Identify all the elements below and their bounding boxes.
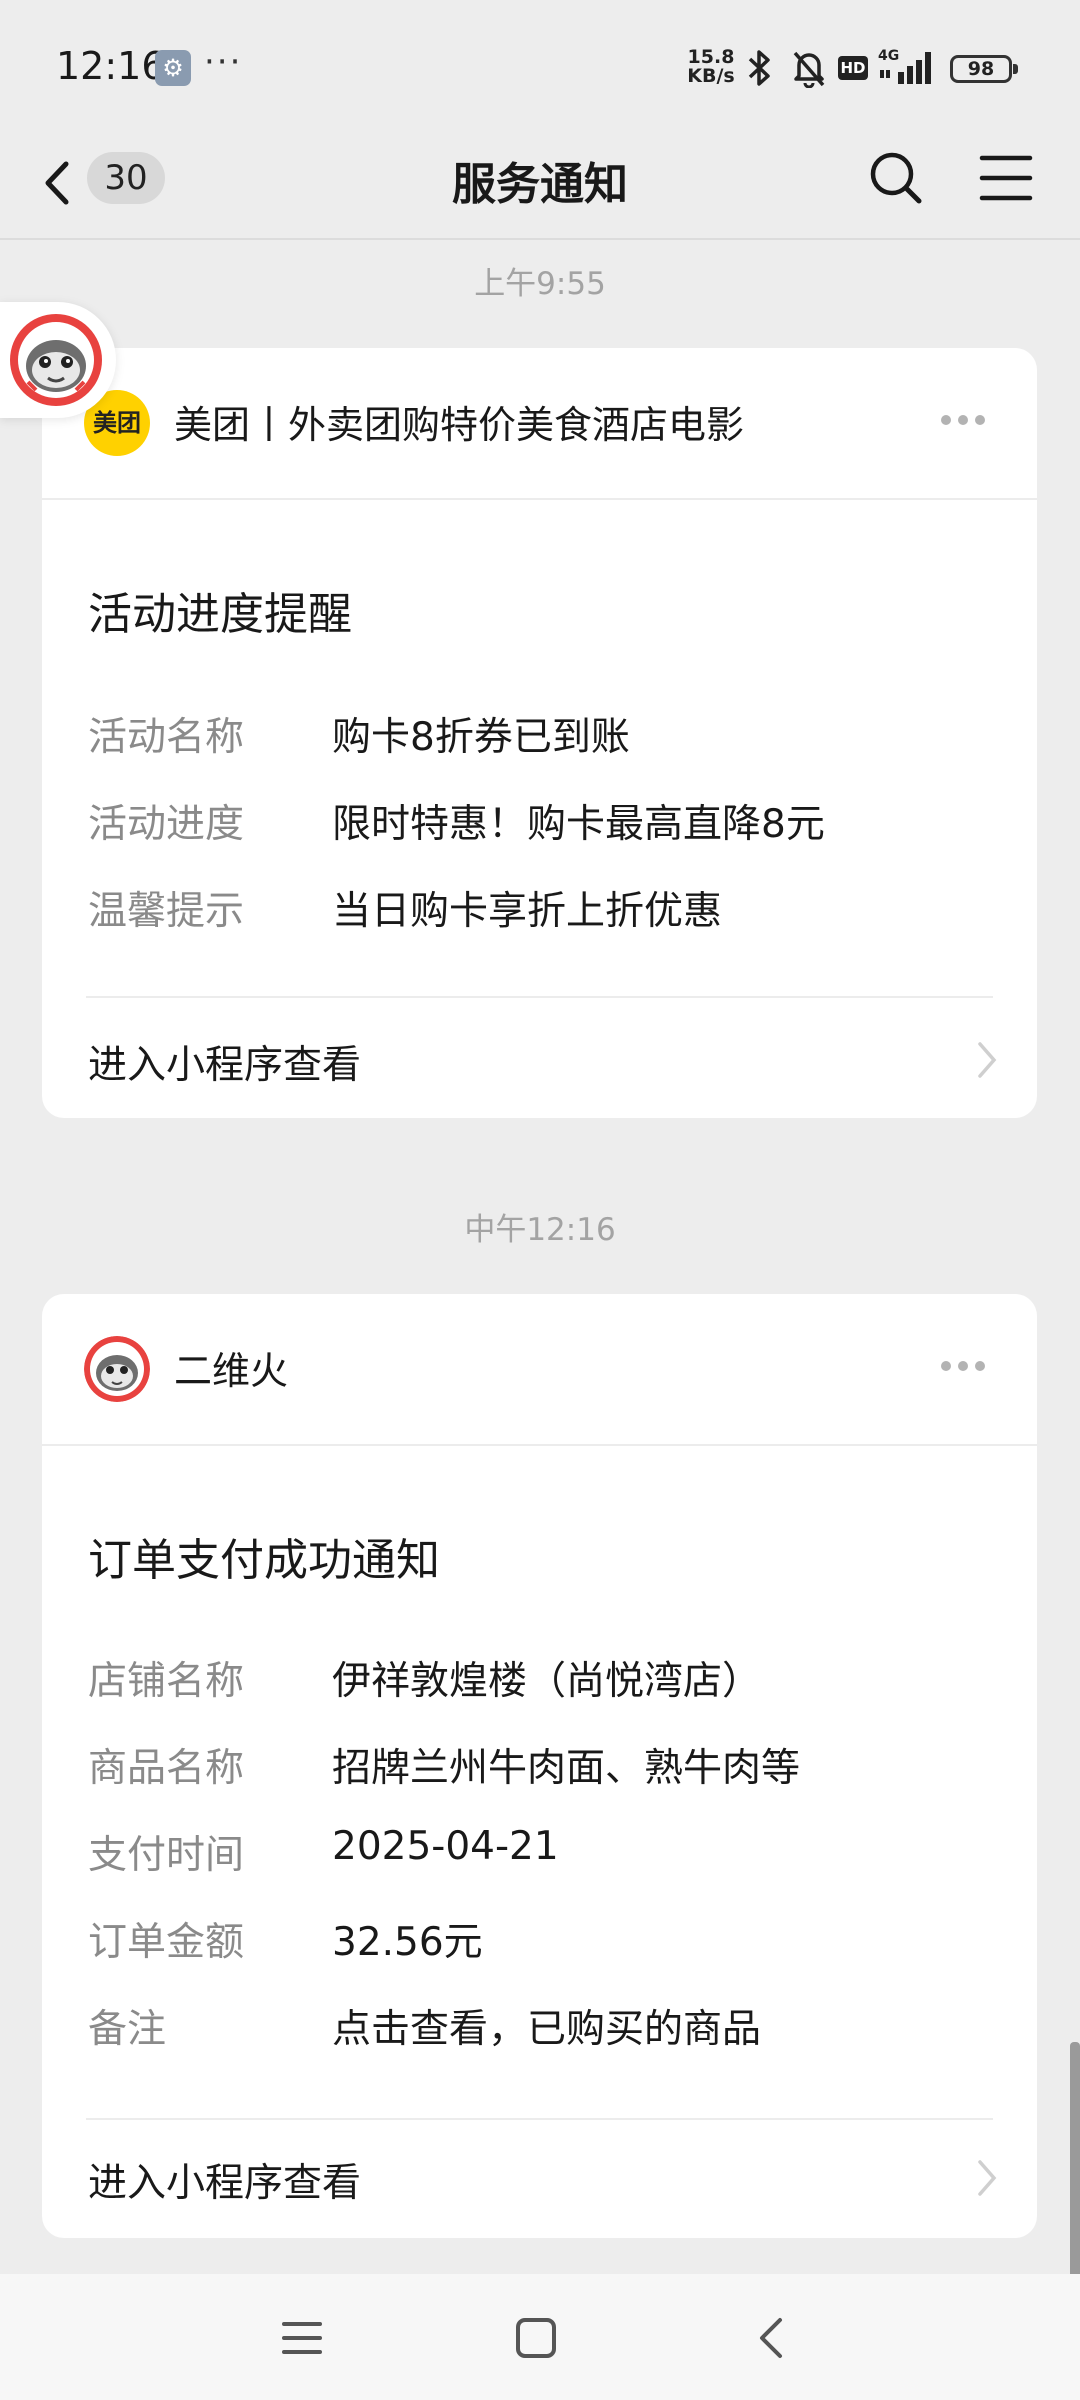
- search-icon[interactable]: [866, 148, 926, 208]
- message-card-erweihuo[interactable]: 二维火 订单支付成功通知 店铺名称 伊祥敦煌楼（尚悦湾店） 商品名称 招牌兰州牛…: [42, 1294, 1037, 2238]
- card-header[interactable]: 二维火: [42, 1294, 1037, 1446]
- field-value: 购卡8折券已到账: [332, 715, 630, 760]
- card-divider: [86, 2118, 993, 2120]
- erweihuo-avatar: [84, 1336, 150, 1402]
- message-card-meituan[interactable]: 美团 美团丨外卖团购特价美食酒店电影 活动进度提醒 活动名称 购卡8折券已到账 …: [42, 348, 1037, 1118]
- message-timestamp: 上午9:55: [474, 266, 606, 302]
- floating-mini-program-avatar[interactable]: [0, 302, 116, 418]
- more-options-icon[interactable]: [941, 1356, 993, 1380]
- field-value: 伊祥敦煌楼（尚悦湾店）: [332, 1659, 762, 1704]
- field-label: 店铺名称: [88, 1659, 245, 1704]
- field-value: 招牌兰州牛肉面、熟牛肉等: [332, 1746, 801, 1791]
- field-label: 温馨提示: [88, 889, 245, 934]
- mute-bell-icon: [793, 51, 825, 88]
- chevron-right-icon: [978, 1042, 997, 1078]
- card-source-name: 二维火: [174, 1349, 289, 1393]
- wrench-icon: ⚙: [155, 50, 191, 86]
- field-value: 32.56元: [332, 1920, 483, 1965]
- bluetooth-icon: [748, 50, 770, 86]
- system-navigation-bar: [0, 2274, 1080, 2400]
- field-value: 点击查看，已购买的商品: [332, 2007, 762, 2052]
- field-label: 活动进度: [88, 802, 245, 847]
- message-timestamp: 中午12:16: [464, 1212, 616, 1248]
- signal-icon: [880, 52, 931, 84]
- field-label: 支付时间: [88, 1833, 245, 1878]
- card-divider: [86, 996, 993, 998]
- nav-bar: 30 服务通知: [0, 138, 1080, 238]
- card-title: 活动进度提醒: [88, 589, 352, 640]
- field-label: 备注: [88, 2007, 167, 2052]
- nav-divider: [0, 238, 1080, 240]
- status-bar: 12:16 ⚙ ··· 15.8 KB/s HD 4G 98: [0, 0, 1080, 138]
- net-speed: 15.8 KB/s: [684, 48, 738, 86]
- field-label: 商品名称: [88, 1746, 245, 1791]
- home-icon[interactable]: [514, 2316, 558, 2360]
- more-options-icon[interactable]: [941, 410, 993, 434]
- field-label: 订单金额: [88, 1920, 245, 1965]
- erweihuo-mascot-icon: [10, 314, 102, 406]
- open-mini-program-link[interactable]: 进入小程序查看: [88, 1034, 361, 1090]
- card-title: 订单支付成功通知: [88, 1535, 440, 1586]
- field-value: 限时特惠！购卡最高直降8元: [332, 802, 825, 847]
- chevron-right-icon: [978, 2160, 997, 2196]
- card-source-name: 美团丨外卖团购特价美食酒店电影: [174, 403, 745, 447]
- net-speed-unit: KB/s: [687, 65, 735, 87]
- field-value: 当日购卡享折上折优惠: [332, 889, 723, 934]
- menu-icon[interactable]: [976, 150, 1036, 206]
- field-label: 活动名称: [88, 715, 245, 760]
- field-value: 2025-04-21: [332, 1824, 559, 1869]
- notification-more-icon: ···: [204, 42, 243, 82]
- card-header[interactable]: 美团 美团丨外卖团购特价美食酒店电影: [42, 348, 1037, 500]
- system-back-icon[interactable]: [752, 2314, 792, 2362]
- open-mini-program-link[interactable]: 进入小程序查看: [88, 2152, 361, 2208]
- hd-voice-icon: HD: [838, 56, 868, 80]
- status-time: 12:16: [56, 44, 166, 88]
- battery-icon: 98: [950, 55, 1018, 83]
- scrollbar[interactable]: [1070, 2042, 1080, 2282]
- recent-apps-icon[interactable]: [280, 2318, 324, 2358]
- screen: 12:16 ⚙ ··· 15.8 KB/s HD 4G 98 30 服务通知 上…: [0, 0, 1080, 2400]
